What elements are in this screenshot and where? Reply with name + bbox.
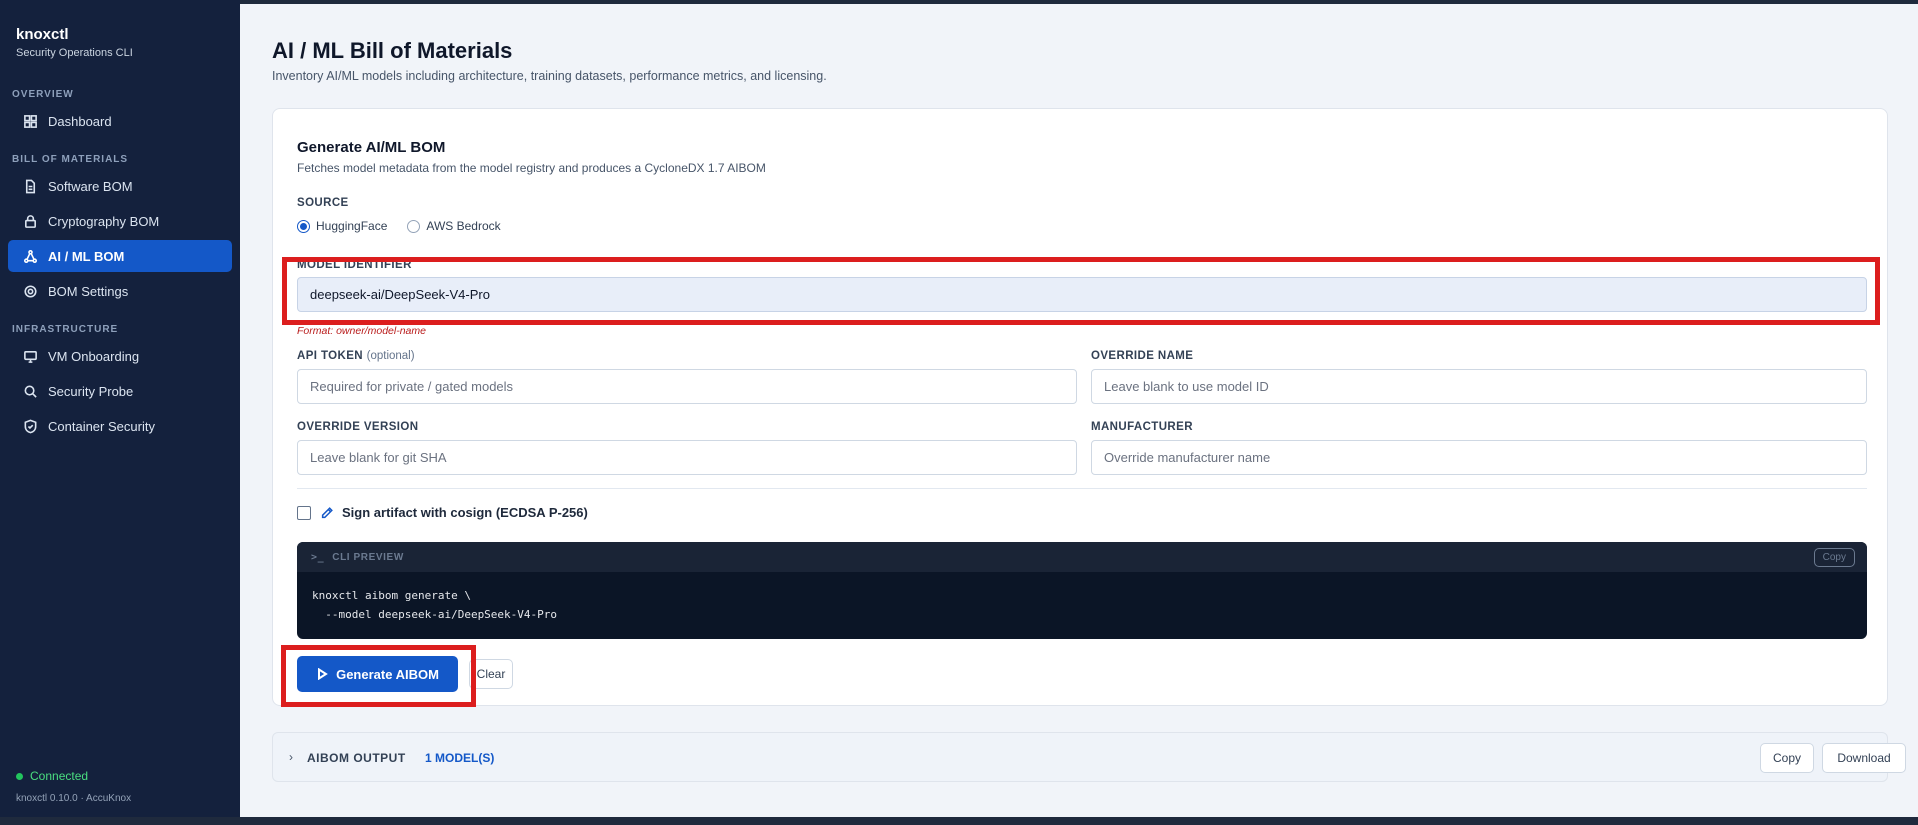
section-infrastructure: INFRASTRUCTURE <box>12 324 119 335</box>
brand-name: knoxctl <box>16 26 69 43</box>
model-count-badge: 1 MODEL(S) <box>425 751 495 765</box>
version-text: knoxctl 0.10.0 · AccuKnox <box>16 793 132 804</box>
card-description: Fetches model metadata from the model re… <box>297 161 766 175</box>
source-option-aws-bedrock[interactable]: AWS Bedrock <box>407 219 501 233</box>
radio-label: HuggingFace <box>316 219 388 233</box>
section-bom: BILL OF MATERIALS <box>12 154 129 165</box>
network-icon <box>22 248 38 264</box>
cli-preview: >_ CLI PREVIEW Copy knoxctl aibom genera… <box>297 542 1867 639</box>
sidebar-item-cryptography-bom[interactable]: Cryptography BOM <box>8 205 232 237</box>
override-name-input[interactable] <box>1091 369 1867 404</box>
gear-icon <box>22 283 38 299</box>
page-title: AI / ML Bill of Materials <box>272 38 513 63</box>
sign-artifact-row[interactable]: Sign artifact with cosign (ECDSA P-256) <box>297 505 588 520</box>
sidebar-item-container-security[interactable]: Container Security <box>8 410 232 442</box>
radio-selected[interactable] <box>297 219 310 233</box>
output-download-button[interactable]: Download <box>1822 743 1906 773</box>
sidebar-item-software-bom[interactable]: Software BOM <box>8 170 232 202</box>
sign-artifact-label: Sign artifact with cosign (ECDSA P-256) <box>342 505 588 520</box>
override-name-label: OVERRIDE NAME <box>1091 350 1194 362</box>
aibom-output-bar[interactable]: › AIBOM OUTPUT 1 MODEL(S) Copy Download <box>272 732 1906 782</box>
source-radio-group: HuggingFace AWS Bedrock <box>297 219 521 233</box>
override-version-label: OVERRIDE VERSION <box>297 421 419 433</box>
main-content: AI / ML Bill of Materials Inventory AI/M… <box>240 4 1918 817</box>
source-label: SOURCE <box>297 197 349 209</box>
sidebar-item-label: Security Probe <box>48 383 134 399</box>
shield-icon <box>22 418 38 434</box>
model-format-hint: Format: owner/model-name <box>297 325 426 337</box>
manufacturer-input[interactable] <box>1091 440 1867 475</box>
card-title: Generate AI/ML BOM <box>297 139 446 156</box>
sidebar-item-bom-settings[interactable]: BOM Settings <box>8 275 232 307</box>
cli-preview-header: >_ CLI PREVIEW <box>297 542 1867 572</box>
status-dot-icon <box>16 772 23 780</box>
cli-copy-button[interactable]: Copy <box>1813 548 1855 567</box>
api-token-label: API TOKEN (optional) <box>297 350 415 362</box>
section-overview: OVERVIEW <box>12 89 74 100</box>
sidebar-item-label: AI / ML BOM <box>48 248 125 264</box>
sidebar-item-label: Container Security <box>48 418 155 434</box>
monitor-icon <box>22 348 38 364</box>
sidebar: knoxctl Security Operations CLI OVERVIEW… <box>0 0 240 825</box>
bottom-bar <box>0 817 1918 825</box>
document-icon <box>22 178 38 194</box>
pen-icon <box>321 506 333 518</box>
divider <box>297 488 1867 489</box>
brand: knoxctl Security Operations CLI <box>16 26 133 59</box>
highlight-model-identifier <box>282 257 1880 325</box>
api-token-input[interactable] <box>297 369 1077 404</box>
brand-subtitle: Security Operations CLI <box>16 47 133 59</box>
cli-preview-title: CLI PREVIEW <box>332 551 404 563</box>
chevron-right-icon[interactable]: › <box>289 750 293 764</box>
page-description: Inventory AI/ML models including archite… <box>272 69 827 83</box>
output-copy-button[interactable]: Copy <box>1760 743 1814 773</box>
sidebar-item-label: Cryptography BOM <box>48 213 160 229</box>
connection-status: Connected <box>16 769 88 783</box>
manufacturer-label: MANUFACTURER <box>1091 421 1193 433</box>
sidebar-item-security-probe[interactable]: Security Probe <box>8 375 232 407</box>
grid-icon <box>22 113 38 129</box>
override-version-input[interactable] <box>297 440 1077 475</box>
status-text: Connected <box>30 769 89 783</box>
highlight-generate-button <box>281 645 476 707</box>
cli-command: knoxctl aibom generate \ --model deepsee… <box>312 589 558 621</box>
source-option-huggingface[interactable]: HuggingFace <box>297 219 387 233</box>
aibom-output-label: AIBOM OUTPUT <box>307 751 406 765</box>
sign-artifact-checkbox[interactable] <box>297 505 311 520</box>
search-icon <box>22 383 38 399</box>
sidebar-item-label: VM Onboarding <box>48 348 140 364</box>
radio-unselected[interactable] <box>407 219 421 233</box>
optional-tag: (optional) <box>366 350 415 362</box>
radio-label: AWS Bedrock <box>426 219 501 233</box>
api-token-label-text: API TOKEN <box>297 350 364 362</box>
generate-card: Generate AI/ML BOM Fetches model metadat… <box>272 108 1888 706</box>
sidebar-item-dashboard[interactable]: Dashboard <box>8 105 232 137</box>
terminal-icon: >_ <box>311 551 325 563</box>
sidebar-item-label: BOM Settings <box>48 283 129 299</box>
sidebar-item-label: Dashboard <box>48 113 112 129</box>
lock-icon <box>22 213 38 229</box>
sidebar-item-label: Software BOM <box>48 178 133 194</box>
sidebar-item-aiml-bom[interactable]: AI / ML BOM <box>8 240 232 272</box>
sidebar-item-vm-onboarding[interactable]: VM Onboarding <box>8 340 232 372</box>
